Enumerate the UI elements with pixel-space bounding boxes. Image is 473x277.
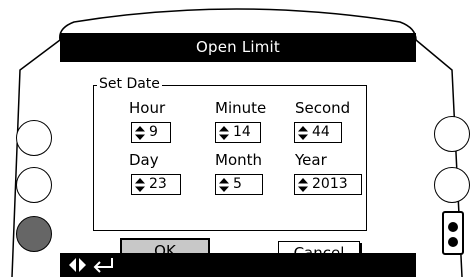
- port-dot-top: [448, 222, 458, 232]
- group-legend: Set Date: [97, 76, 162, 92]
- minute-stepper[interactable]: 14: [215, 122, 261, 143]
- up-down-arrow-icon: [219, 126, 229, 140]
- second-stepper[interactable]: 44: [294, 122, 342, 143]
- second-label: Second: [295, 99, 351, 117]
- year-value: 2013: [312, 176, 348, 192]
- minute-value: 14: [233, 124, 251, 140]
- up-down-arrow-icon: [219, 178, 229, 192]
- back-enter-icon: [93, 258, 113, 273]
- left-top-button[interactable]: [16, 120, 52, 156]
- up-down-arrow-icon: [135, 178, 145, 192]
- hour-value: 9: [149, 124, 158, 140]
- device-panel: Open Limit Set Date Hour Minute Second 9…: [0, 0, 473, 277]
- right-middle-button[interactable]: [434, 167, 470, 203]
- right-top-button[interactable]: [434, 116, 470, 152]
- left-middle-button[interactable]: [16, 167, 52, 203]
- connector-port: [442, 211, 464, 255]
- month-value: 5: [233, 176, 242, 192]
- day-stepper[interactable]: 23: [131, 174, 181, 195]
- year-stepper[interactable]: 2013: [294, 174, 362, 195]
- day-label: Day: [129, 151, 159, 169]
- up-down-arrow-icon: [298, 126, 308, 140]
- month-label: Month: [215, 151, 263, 169]
- screen-title-bar: Open Limit: [60, 33, 416, 62]
- year-label: Year: [295, 151, 327, 169]
- port-dot-bottom: [448, 237, 458, 247]
- month-stepper[interactable]: 5: [215, 174, 263, 195]
- screen-footer-bar: [60, 253, 416, 277]
- page-title: Open Limit: [195, 38, 281, 56]
- left-bottom-button[interactable]: [16, 216, 52, 252]
- up-down-arrow-icon: [135, 126, 145, 140]
- navigation-icons: [69, 258, 113, 273]
- day-value: 23: [149, 176, 167, 192]
- minute-label: Minute: [215, 99, 267, 117]
- hour-stepper[interactable]: 9: [131, 122, 171, 143]
- second-value: 44: [312, 124, 330, 140]
- hour-label: Hour: [129, 99, 166, 117]
- up-down-arrow-icon: [298, 178, 308, 192]
- lcd-screen: Open Limit Set Date Hour Minute Second 9…: [60, 33, 416, 277]
- left-right-arrow-icon: [69, 258, 86, 272]
